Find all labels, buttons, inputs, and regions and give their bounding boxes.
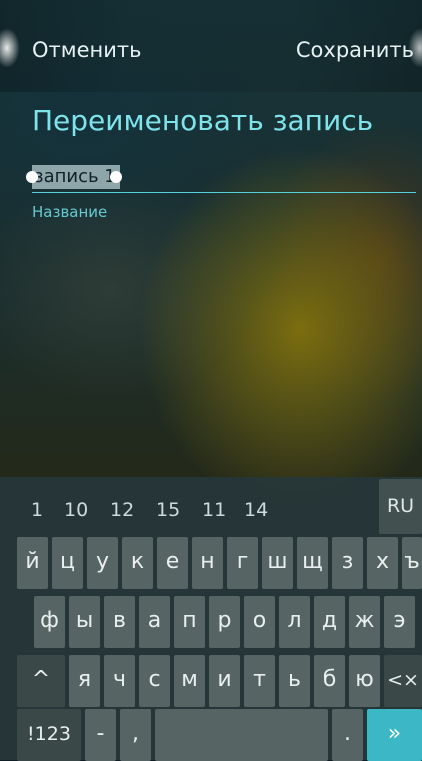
suggestion-5[interactable]: 11 [202,499,226,521]
pulley-glow-left [0,28,20,68]
key-я[interactable]: я [69,655,100,707]
key-п[interactable]: п [174,596,205,648]
language-switch-button[interactable]: RU [379,479,422,534]
key-т[interactable]: т [244,655,275,707]
key-э[interactable]: э [384,596,415,648]
suggestion-6[interactable]: 14 [244,499,268,521]
key-ю[interactable]: ю [349,655,380,707]
field-selected-text[interactable]: запись 1 [32,165,120,189]
key-period[interactable]: . [332,709,363,761]
suggestion-1[interactable]: 1 [31,499,43,521]
key-и[interactable]: и [209,655,240,707]
key-ш[interactable]: ш [262,537,293,589]
key-х[interactable]: х [367,537,398,589]
key-у[interactable]: у [87,537,118,589]
key-м[interactable]: м [174,655,205,707]
key-з[interactable]: з [332,537,363,589]
suggestion-4[interactable]: 15 [156,499,180,521]
enter-key[interactable]: » [367,709,422,761]
suggestion-3[interactable]: 12 [110,499,134,521]
key-ь[interactable]: ь [279,655,310,707]
key-б[interactable]: б [314,655,345,707]
key-н[interactable]: н [192,537,223,589]
field-label: Название [32,203,108,221]
key-ъ[interactable]: ъ [402,537,422,589]
cancel-button[interactable]: Отменить [32,38,142,62]
suggestion-2[interactable]: 10 [64,499,88,521]
key-ы[interactable]: ы [69,596,100,648]
key-в[interactable]: в [104,596,135,648]
key-ц[interactable]: ц [52,537,83,589]
key-ж[interactable]: ж [349,596,380,648]
key-щ[interactable]: щ [297,537,328,589]
key-о[interactable]: о [244,596,275,648]
key-л[interactable]: л [279,596,310,648]
key-р[interactable]: р [209,596,240,648]
key-ф[interactable]: ф [34,596,65,648]
key-ч[interactable]: ч [104,655,135,707]
key-г[interactable]: г [227,537,258,589]
top-bar: Отменить Сохранить [0,0,422,92]
key-comma[interactable]: , [120,709,151,761]
space-key[interactable] [155,709,328,761]
key-с[interactable]: с [139,655,170,707]
key-д[interactable]: д [314,596,345,648]
virtual-keyboard: 1 10 12 15 11 14 RU й ц у к е н г ш щ з … [0,477,422,761]
page-title: Переименовать запись [32,104,374,137]
name-text-field[interactable]: запись 1 [26,162,416,193]
key-к[interactable]: к [122,537,153,589]
selection-handle-end[interactable] [110,171,122,183]
key-dash[interactable]: - [85,709,116,761]
key-а[interactable]: а [139,596,170,648]
key-е[interactable]: е [157,537,188,589]
selection-handle-start[interactable] [26,171,38,183]
shift-key[interactable]: ^ [17,655,65,707]
save-button[interactable]: Сохранить [296,38,414,62]
key-й[interactable]: й [17,537,48,589]
backspace-key[interactable]: <× [384,655,422,707]
symbols-key[interactable]: !123 [17,709,81,761]
